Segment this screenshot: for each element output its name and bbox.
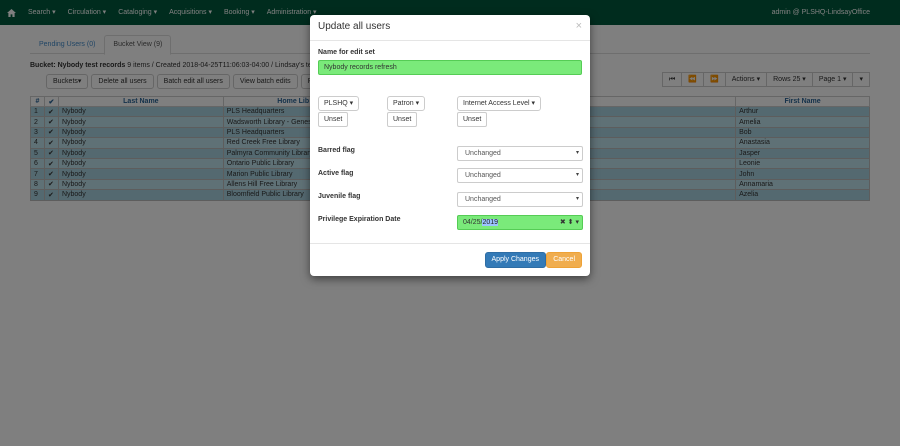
modal-footer: Apply Changes Cancel [310, 243, 590, 276]
barred-flag-value: Unchanged [465, 150, 501, 157]
privilege-expiration-date-input[interactable]: 04/25/2019 ✖ ⬍ ▾ [457, 215, 583, 230]
barred-flag-select[interactable]: Unchanged ▾ [457, 146, 583, 161]
expiration-year: 2019 [482, 219, 499, 226]
juvenile-flag-label: Juvenile flag [318, 193, 361, 200]
profile-dropdown-label: Patron [393, 100, 414, 107]
privilege-expiration-label: Privilege Expiration Date [318, 216, 401, 223]
close-icon[interactable]: × [576, 20, 582, 32]
edit-set-name-input[interactable]: Nybody records refresh [318, 60, 582, 75]
chevron-down-icon: ▾ [575, 196, 579, 202]
expiration-month-day: 04/25/ [463, 219, 483, 226]
internet-access-dropdown[interactable]: Internet Access Level ▾ [457, 96, 542, 111]
active-flag-label: Active flag [318, 170, 354, 177]
home-library-dropdown[interactable]: PLSHQ ▾ [318, 96, 360, 111]
active-flag-value: Unchanged [465, 172, 501, 179]
active-flag-select[interactable]: Unchanged ▾ [457, 168, 583, 183]
chevron-down-icon: ▾ [575, 150, 579, 156]
spinner-icon[interactable]: ⬍ [568, 219, 574, 226]
date-input-controls: ✖ ⬍ ▾ [560, 216, 579, 229]
profile-dropdown[interactable]: Patron ▾ [387, 96, 426, 111]
update-all-users-modal: Update all users × Name for edit set Nyb… [310, 15, 590, 276]
internet-access-unset-button[interactable]: Unset [457, 112, 488, 127]
cancel-button[interactable]: Cancel [546, 252, 582, 268]
modal-header: Update all users × [310, 15, 590, 41]
home-library-dropdown-label: PLSHQ [324, 100, 348, 107]
chevron-down-icon: ▾ [575, 172, 579, 178]
barred-flag-label: Barred flag [318, 147, 355, 154]
modal-title: Update all users [318, 21, 391, 32]
edit-set-name-label: Name for edit set [318, 49, 375, 56]
juvenile-flag-select[interactable]: Unchanged ▾ [457, 192, 583, 207]
clear-icon[interactable]: ✖ [560, 219, 566, 226]
juvenile-flag-value: Unchanged [465, 196, 501, 203]
home-library-unset-button[interactable]: Unset [318, 112, 349, 127]
profile-unset-button[interactable]: Unset [387, 112, 418, 127]
calendar-dropdown-icon[interactable]: ▾ [575, 219, 579, 226]
apply-changes-button[interactable]: Apply Changes [484, 252, 546, 268]
internet-access-dropdown-label: Internet Access Level [463, 100, 530, 107]
